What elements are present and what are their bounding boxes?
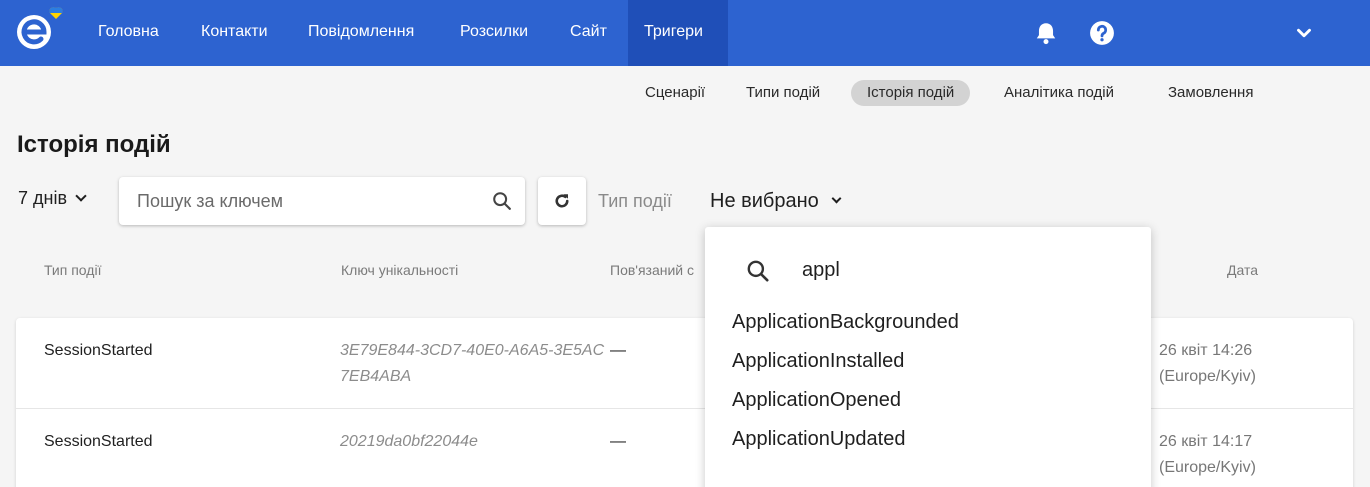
- event-type-select[interactable]: Не вибрано: [710, 190, 842, 213]
- header-date[interactable]: Дата: [1227, 262, 1258, 278]
- period-label: 7 днів: [18, 188, 68, 208]
- dropdown-option[interactable]: ApplicationOpened: [732, 389, 901, 412]
- event-type-value: Не вибрано: [710, 190, 819, 212]
- table-row[interactable]: SessionStarted 3E79E844-3CD7-40E0-A6A5-3…: [16, 318, 1353, 408]
- cell-related: —: [610, 433, 626, 450]
- dropdown-option[interactable]: ApplicationInstalled: [732, 350, 904, 373]
- date-value: 26 квіт 14:26: [1159, 342, 1253, 359]
- dropdown-option[interactable]: ApplicationBackgrounded: [732, 311, 959, 334]
- chevron-down-icon: [831, 193, 842, 204]
- subnav-event-analytics[interactable]: Аналітика подій: [988, 80, 1130, 106]
- cell-event-type: SessionStarted: [44, 433, 153, 450]
- period-select[interactable]: 7 днів: [18, 188, 87, 209]
- header-event-type[interactable]: Тип події: [44, 262, 101, 278]
- search-box: [119, 177, 525, 225]
- cell-related: —: [610, 342, 626, 359]
- timezone: (Europe/Kyiv): [1159, 459, 1256, 476]
- page-title: Історія подій: [17, 131, 171, 158]
- logo-icon[interactable]: [14, 6, 66, 52]
- top-navbar: Головна Контакти Повідомлення Розсилки С…: [0, 0, 1370, 66]
- help-icon[interactable]: [1089, 20, 1115, 46]
- header-related[interactable]: Пов'язаний с: [610, 262, 694, 278]
- subnav-orders[interactable]: Замовлення: [1152, 80, 1269, 106]
- dropdown-search-input[interactable]: appl: [802, 259, 840, 282]
- search-icon[interactable]: [491, 190, 513, 212]
- bell-icon[interactable]: [1033, 20, 1059, 46]
- timezone: (Europe/Kyiv): [1159, 368, 1256, 385]
- cell-date: 26 квіт 14:17 (Europe/Kyiv): [1159, 429, 1256, 481]
- events-table: SessionStarted 3E79E844-3CD7-40E0-A6A5-3…: [16, 318, 1353, 487]
- date-value: 26 квіт 14:17: [1159, 433, 1253, 450]
- cell-unique-key: 20219da0bf22044e: [340, 433, 478, 450]
- subnav-scenarios[interactable]: Сценарії: [629, 80, 721, 106]
- dropdown-option[interactable]: ApplicationUpdated: [732, 428, 905, 451]
- nav-messages[interactable]: Повідомлення: [292, 0, 430, 66]
- subnav-event-types[interactable]: Типи подій: [730, 80, 836, 106]
- refresh-icon: [555, 194, 569, 208]
- nav-site[interactable]: Сайт: [554, 0, 623, 66]
- subnav-event-history[interactable]: Історія подій: [851, 80, 971, 106]
- cell-event-type: SessionStarted: [44, 342, 153, 359]
- search-icon: [747, 260, 769, 282]
- event-type-dropdown: appl ApplicationBackgrounded Application…: [705, 227, 1151, 487]
- chevron-down-icon[interactable]: [1293, 22, 1315, 44]
- header-unique-key[interactable]: Ключ унікальності: [341, 262, 458, 278]
- nav-triggers[interactable]: Тригери: [628, 0, 728, 66]
- cell-date: 26 квіт 14:26 (Europe/Kyiv): [1159, 338, 1256, 390]
- nav-mailings[interactable]: Розсилки: [444, 0, 544, 66]
- search-input[interactable]: [119, 177, 479, 225]
- table-row[interactable]: SessionStarted 20219da0bf22044e — 26 кві…: [16, 408, 1353, 487]
- nav-home[interactable]: Головна: [82, 0, 175, 66]
- cell-unique-key: 3E79E844-3CD7-40E0-A6A5-3E5AC7EB4ABA: [340, 342, 605, 385]
- event-type-label: Тип події: [598, 191, 672, 211]
- chevron-down-icon: [75, 190, 87, 202]
- refresh-button[interactable]: [538, 177, 586, 225]
- nav-contacts[interactable]: Контакти: [185, 0, 284, 66]
